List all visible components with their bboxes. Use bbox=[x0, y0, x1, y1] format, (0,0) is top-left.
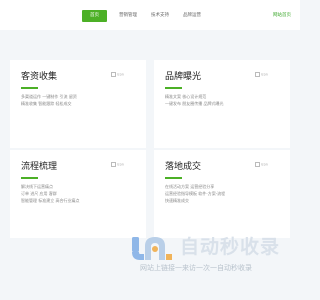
feature-card-closing[interactable]: 落地成交 在线活动方案 运营经验分享 运营经验指导模板 软件-方案-流程 快速精… bbox=[154, 150, 290, 238]
title-underline bbox=[165, 87, 182, 89]
card-title: 客资收集 bbox=[21, 72, 58, 82]
card-text-line: 订单 进尺 应用 客群 bbox=[21, 190, 57, 196]
card-text-line: 精准收集 智能跟踪 轻松成交 bbox=[21, 100, 72, 106]
card-text-line: 快速精准成交 bbox=[165, 197, 189, 203]
broken-image-icon: icon bbox=[111, 72, 124, 77]
broken-image-icon: icon bbox=[255, 72, 268, 77]
feature-card-lead-collection[interactable]: 客资收集 多渠道运作 一键制作 引流 留资 精准收集 智能跟踪 轻松成交 ico… bbox=[10, 60, 146, 148]
card-title: 品牌曝光 bbox=[165, 72, 202, 82]
card-text-line: 精准文案 核心设计规范 bbox=[165, 93, 207, 99]
watermark: 自动秒收录 网站上链接一来访一次一自动秒收录 bbox=[130, 232, 300, 280]
card-text-line: 在线活动方案 运营经验分享 bbox=[165, 183, 215, 189]
title-underline bbox=[165, 177, 182, 179]
broken-image-icon: icon bbox=[111, 162, 124, 167]
card-text-line: 解决线下运营痛点 bbox=[21, 183, 53, 189]
nav-item-marketing[interactable]: 营销管理 bbox=[119, 10, 137, 22]
feature-card-brand-exposure[interactable]: 品牌曝光 精准文案 核心设计规范 一键发布 朋友圈传播 品牌式曝光 icon bbox=[154, 60, 290, 148]
card-text-line: 多渠道运作 一键制作 引流 留资 bbox=[21, 93, 77, 99]
main-nav: 首页 营销管理 技术支持 品牌运营 bbox=[82, 10, 215, 22]
card-text-line: 智能管理 标准建立 高合行业痛点 bbox=[21, 197, 80, 203]
nav-item-home[interactable]: 首页 bbox=[82, 10, 107, 22]
top-navbar: 首页 营销管理 技术支持 品牌运营 网站首页 bbox=[0, 0, 300, 30]
card-text-line: 一键发布 朋友圈传播 品牌式曝光 bbox=[165, 100, 224, 106]
card-title: 落地成交 bbox=[165, 162, 202, 172]
watermark-title: 自动秒收录 bbox=[180, 236, 281, 258]
broken-image-icon: icon bbox=[255, 162, 268, 167]
card-text-line: 运营经验指导模板 软件-方案-流程 bbox=[165, 190, 226, 196]
nav-item-support[interactable]: 技术支持 bbox=[151, 10, 169, 22]
card-title: 流程梳理 bbox=[21, 162, 58, 172]
title-underline bbox=[21, 87, 38, 89]
site-home-link[interactable]: 网站首页 bbox=[273, 10, 291, 22]
watermark-subtitle: 网站上链接一来访一次一自动秒收录 bbox=[140, 264, 252, 272]
title-underline bbox=[21, 177, 38, 179]
watermark-logo-icon bbox=[132, 237, 172, 260]
nav-item-brand[interactable]: 品牌运营 bbox=[183, 10, 201, 22]
feature-card-process[interactable]: 流程梳理 解决线下运营痛点 订单 进尺 应用 客群 智能管理 标准建立 高合行业… bbox=[10, 150, 146, 238]
